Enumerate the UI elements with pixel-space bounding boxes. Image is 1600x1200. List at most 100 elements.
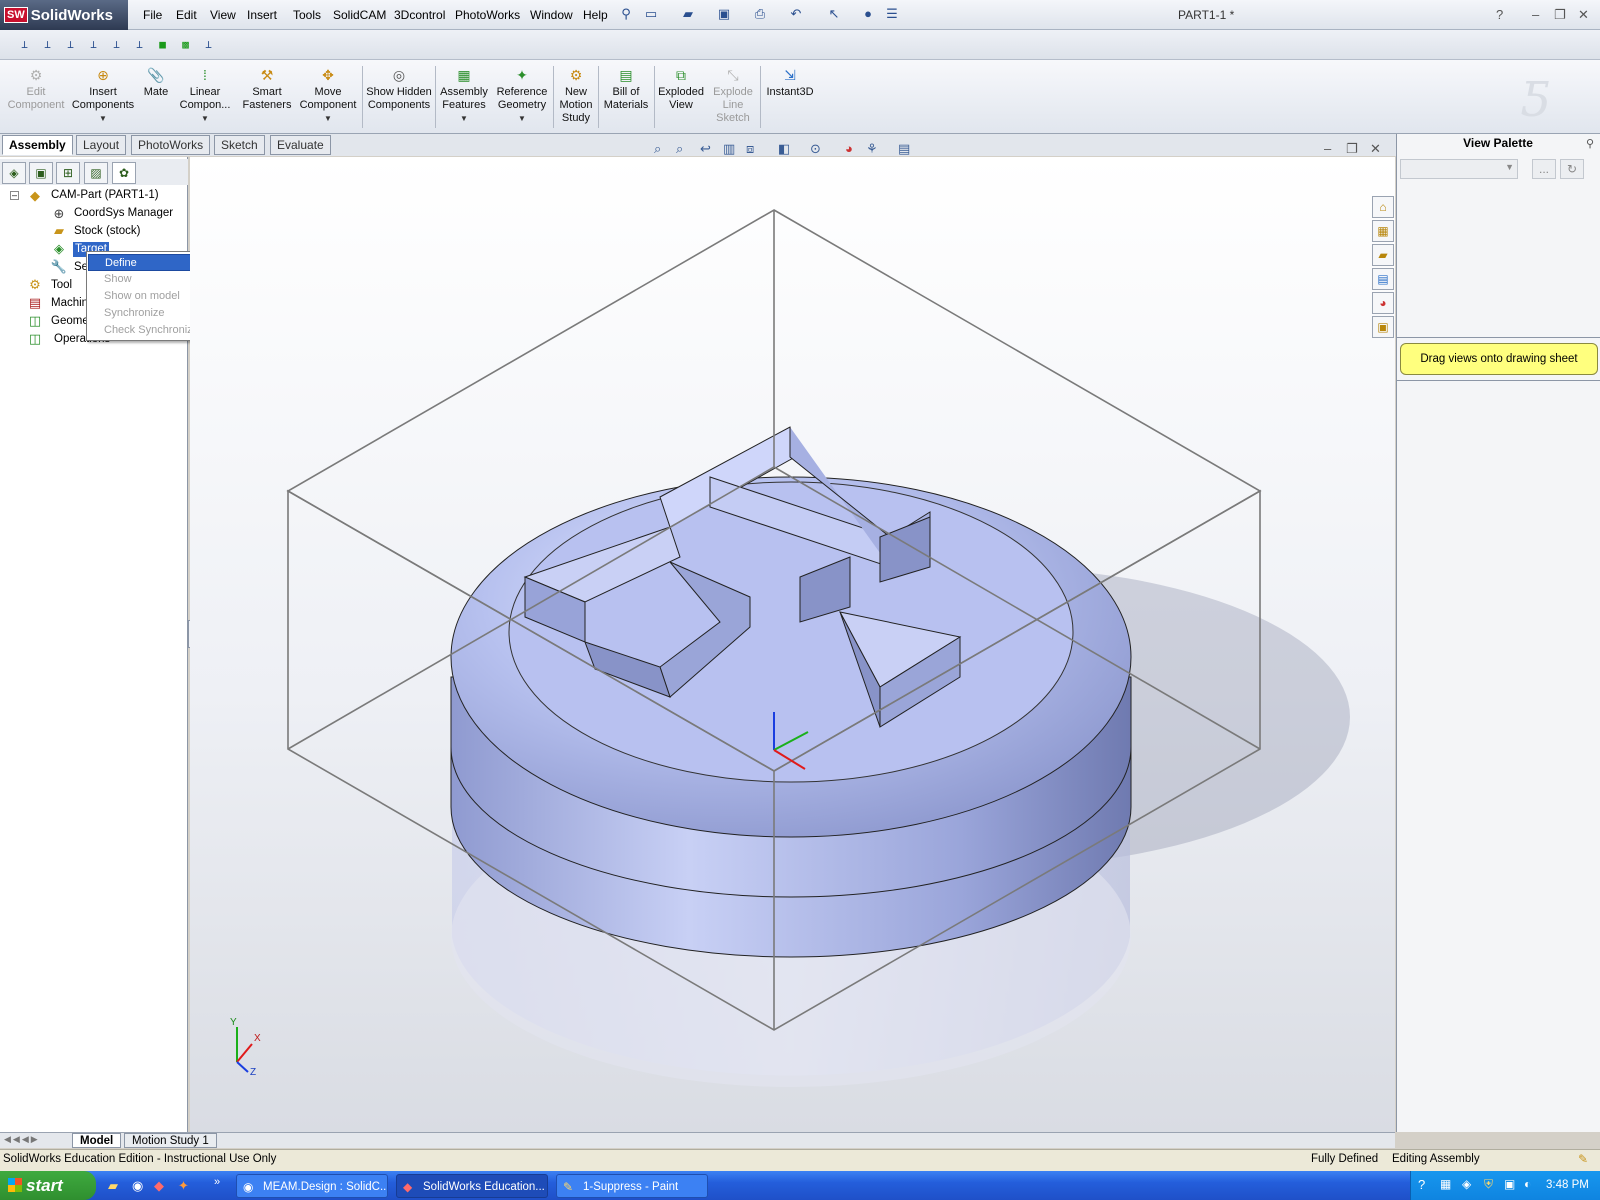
open-folder-icon[interactable]: ▰ bbox=[680, 6, 696, 22]
green-cube-icon[interactable]: ■ bbox=[154, 36, 171, 53]
minimize-icon[interactable]: – bbox=[1532, 7, 1539, 22]
tree-item-tool[interactable]: Tool bbox=[51, 279, 72, 291]
task-paint[interactable]: ✎ 1-Suppress - Paint bbox=[556, 1174, 708, 1198]
collapse-icon[interactable]: – bbox=[10, 191, 19, 200]
viewport-restore-icon[interactable]: ❐ bbox=[1346, 141, 1358, 157]
tab-scroll-arrows-icon[interactable]: ◀◀◀▶ bbox=[4, 1134, 40, 1145]
tree-item-stock[interactable]: Stock (stock) bbox=[74, 225, 140, 237]
quicklaunch-more-icon[interactable]: » bbox=[214, 1176, 220, 1188]
menu-edit[interactable]: Edit bbox=[176, 8, 197, 22]
linear-component-pattern-button[interactable]: ⁞ Linear Compon... ▼ bbox=[175, 66, 235, 125]
volume-tray-icon[interactable]: ◐ bbox=[1524, 1177, 1531, 1191]
menu-photoworks[interactable]: PhotoWorks bbox=[455, 8, 520, 22]
help-tray-icon[interactable]: ? bbox=[1418, 1177, 1425, 1192]
3d-model-view[interactable]: Y X Z bbox=[190, 157, 1395, 1132]
menu-window[interactable]: Window bbox=[530, 8, 573, 22]
task-solidworks[interactable]: ◆ SolidWorks Education... bbox=[396, 1174, 548, 1198]
coord-x-icon[interactable]: ⟂ bbox=[85, 36, 102, 53]
display-style-icon[interactable]: ◧ bbox=[778, 141, 790, 157]
app-tray-icon[interactable]: ▣ bbox=[1504, 1177, 1515, 1191]
section-view-icon[interactable]: ▥ bbox=[723, 141, 735, 157]
rebuild-status-icon[interactable]: ✎ bbox=[1578, 1152, 1588, 1166]
menu-help[interactable]: Help bbox=[583, 8, 608, 22]
tab-assembly[interactable]: Assembly bbox=[2, 135, 73, 155]
refresh-icon[interactable]: ↻ bbox=[1560, 159, 1584, 179]
new-document-icon[interactable]: ▭ bbox=[643, 6, 659, 22]
coord-xy-icon[interactable]: ⟂ bbox=[16, 36, 33, 53]
feature-tree-icon[interactable]: ◈ bbox=[2, 162, 26, 184]
select-pointer-icon[interactable]: ↖ bbox=[826, 6, 842, 22]
menu-view[interactable]: View bbox=[210, 8, 236, 22]
view-orientation-icon[interactable]: ⧈ bbox=[746, 141, 754, 157]
smart-fasteners-button[interactable]: ⚒ Smart Fasteners bbox=[238, 66, 296, 112]
app-logo[interactable]: SW SolidWorks bbox=[0, 0, 128, 30]
menu-insert[interactable]: Insert bbox=[247, 8, 277, 22]
restore-icon[interactable]: ❐ bbox=[1554, 7, 1566, 23]
viewport-minimize-icon[interactable]: – bbox=[1324, 141, 1331, 156]
tree-item-cam-part[interactable]: CAM-Part (PART1-1) bbox=[51, 189, 159, 201]
insert-components-button[interactable]: ⊕ Insert Components ▼ bbox=[70, 66, 136, 125]
view-palette-icon[interactable]: ▤ bbox=[1372, 268, 1394, 290]
bill-of-materials-button[interactable]: ▤ Bill of Materials bbox=[600, 66, 652, 112]
zoom-to-fit-icon[interactable]: ⌕ bbox=[654, 141, 661, 157]
chrome-quicklaunch-icon[interactable]: ◉ bbox=[132, 1178, 143, 1194]
network-tray-icon[interactable]: ▦ bbox=[1440, 1177, 1451, 1191]
display-manager-icon[interactable]: ▨ bbox=[84, 162, 108, 184]
undo-icon[interactable]: ↶ bbox=[788, 6, 804, 22]
tab-motion-study-1[interactable]: Motion Study 1 bbox=[124, 1133, 217, 1148]
pin-icon[interactable]: ⚲ bbox=[618, 6, 634, 22]
task-meam-design[interactable]: ◉ MEAM.Design : SolidC... bbox=[236, 1174, 388, 1198]
tab-layout[interactable]: Layout bbox=[76, 135, 127, 155]
coord-yz-icon[interactable]: ⟂ bbox=[39, 36, 56, 53]
configuration-manager-icon[interactable]: ⊞ bbox=[56, 162, 80, 184]
tree-item-machine[interactable]: Machin bbox=[51, 297, 88, 309]
view-palette-document-select[interactable]: ▼ bbox=[1400, 159, 1518, 179]
custom-properties-icon[interactable]: ▣ bbox=[1372, 316, 1394, 338]
explode-line-sketch-button[interactable]: ⤡ Explode Line Sketch bbox=[708, 66, 758, 125]
close-icon[interactable]: ✕ bbox=[1578, 7, 1589, 23]
file-explorer-icon[interactable]: ▰ bbox=[1372, 244, 1394, 266]
edit-appearance-icon[interactable]: ◕ bbox=[845, 141, 853, 156]
menu-solidcam[interactable]: SolidCAM bbox=[333, 8, 386, 22]
solidworks-resources-icon[interactable]: ⌂ bbox=[1372, 196, 1394, 218]
appearances-icon[interactable]: ◕ bbox=[1372, 292, 1394, 314]
browse-button[interactable]: ... bbox=[1532, 159, 1556, 179]
reference-geometry-button[interactable]: ✦ Reference Geometry ▼ bbox=[493, 66, 551, 125]
move-component-button[interactable]: ✥ Move Component ▼ bbox=[298, 66, 358, 125]
instant3d-button[interactable]: ⇲ Instant3D bbox=[762, 66, 818, 99]
view-settings-icon[interactable]: ▤ bbox=[898, 141, 910, 157]
property-manager-icon[interactable]: ▣ bbox=[29, 162, 53, 184]
coord-y-icon[interactable]: ⟂ bbox=[108, 36, 125, 53]
menu-file[interactable]: File bbox=[143, 8, 162, 22]
explorer-quicklaunch-icon[interactable]: ▰ bbox=[108, 1178, 118, 1194]
edit-component-button[interactable]: ⚙ Edit Component bbox=[4, 66, 68, 112]
previous-view-icon[interactable]: ↩ bbox=[700, 141, 711, 157]
green-cubes-icon[interactable]: ▩ bbox=[177, 36, 194, 53]
options-icon[interactable]: ☰ bbox=[884, 6, 900, 22]
show-hidden-components-button[interactable]: ◎ Show Hidden Components bbox=[364, 66, 434, 112]
rebuild-icon[interactable]: ● bbox=[860, 6, 876, 22]
coord-zx-icon[interactable]: ⟂ bbox=[62, 36, 79, 53]
exploded-view-button[interactable]: ⧉ Exploded View bbox=[656, 66, 706, 112]
solidcam-manager-icon[interactable]: ✿ bbox=[112, 162, 136, 184]
bluetooth-tray-icon[interactable]: ◈ bbox=[1462, 1177, 1471, 1191]
tree-item-coordsys[interactable]: CoordSys Manager bbox=[74, 207, 173, 219]
viewport-close-icon[interactable]: ✕ bbox=[1370, 141, 1381, 157]
coord-zz-icon[interactable]: ⟂ bbox=[200, 36, 217, 53]
tab-photoworks[interactable]: PhotoWorks bbox=[131, 135, 211, 155]
coord-z-icon[interactable]: ⟂ bbox=[131, 36, 148, 53]
pin-panel-icon[interactable]: ⚲ bbox=[1586, 137, 1594, 150]
tree-item-geometry[interactable]: Geome bbox=[51, 315, 89, 327]
app-quicklaunch-icon[interactable]: ✦ bbox=[178, 1178, 189, 1194]
zoom-to-area-icon[interactable]: ⌕ bbox=[676, 141, 683, 157]
menu-tools[interactable]: Tools bbox=[293, 8, 321, 22]
print-icon[interactable]: ⎙ bbox=[752, 6, 768, 22]
security-tray-icon[interactable]: ⛨ bbox=[1484, 1177, 1493, 1192]
solidworks-quicklaunch-icon[interactable]: ◆ bbox=[154, 1178, 164, 1194]
mate-button[interactable]: 📎 Mate bbox=[140, 66, 172, 99]
tab-sketch[interactable]: Sketch bbox=[214, 135, 265, 155]
hide-show-items-icon[interactable]: ⊙ bbox=[810, 141, 821, 157]
tab-evaluate[interactable]: Evaluate bbox=[270, 135, 331, 155]
design-library-icon[interactable]: ▦ bbox=[1372, 220, 1394, 242]
tab-model[interactable]: Model bbox=[72, 1133, 122, 1148]
